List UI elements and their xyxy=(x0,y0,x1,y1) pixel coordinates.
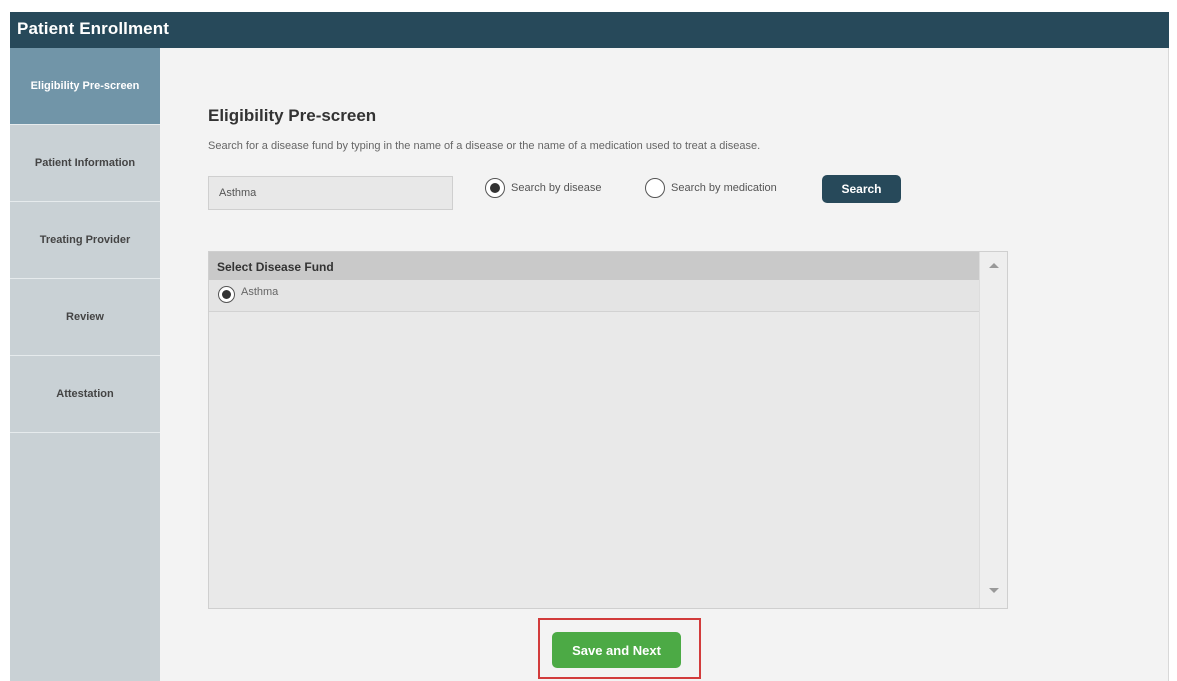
radio-dot xyxy=(490,183,500,193)
search-input[interactable] xyxy=(208,176,453,210)
app-header: Patient Enrollment xyxy=(10,12,1169,48)
radio-label: Search by medication xyxy=(671,182,777,194)
app-title: Patient Enrollment xyxy=(17,19,169,38)
sidebar-item-label: Treating Provider xyxy=(39,234,131,246)
table-row[interactable]: Asthma xyxy=(209,280,979,312)
grid-header: Select Disease Fund xyxy=(209,252,979,280)
radio-label: Search by disease xyxy=(511,182,602,194)
sidebar-item-label: Review xyxy=(66,311,104,323)
sidebar-item-eligibility-pre-screen[interactable]: Eligibility Pre-screen xyxy=(10,48,170,125)
main-content: Eligibility Pre-screen Search for a dise… xyxy=(160,48,1168,681)
radio-search-by-medication[interactable]: Search by medication xyxy=(645,178,777,198)
sidebar-item-patient-information[interactable]: Patient Information xyxy=(10,125,160,202)
radio-dot xyxy=(222,290,231,299)
sidebar-item-treating-provider[interactable]: Treating Provider xyxy=(10,202,160,279)
vertical-scrollbar[interactable] xyxy=(979,252,1007,608)
radio-search-by-disease[interactable]: Search by disease xyxy=(485,178,602,198)
sidebar-nav: Eligibility Pre-screen Patient Informati… xyxy=(10,48,170,681)
sidebar-item-attestation[interactable]: Attestation xyxy=(10,356,160,433)
search-button[interactable]: Search xyxy=(822,175,901,203)
page-description: Search for a disease fund by typing in t… xyxy=(208,140,761,152)
radio-button-unchecked[interactable] xyxy=(645,178,665,198)
sidebar-item-label: Patient Information xyxy=(34,157,136,169)
save-and-next-button[interactable]: Save and Next xyxy=(552,632,681,668)
sidebar-item-label: Eligibility Pre-screen xyxy=(30,80,140,92)
sidebar-item-label: Attestation xyxy=(56,388,114,400)
patient-enrollment-window: Patient Enrollment Eligibility Pre-scree… xyxy=(10,12,1169,681)
page-title: Eligibility Pre-screen xyxy=(208,106,377,125)
radio-button-checked[interactable] xyxy=(485,178,505,198)
sidebar-item-review[interactable]: Review xyxy=(10,279,160,356)
scroll-up-arrow-icon[interactable] xyxy=(989,263,999,268)
row-label: Asthma xyxy=(241,286,279,298)
radio-button-checked[interactable] xyxy=(218,286,235,303)
disease-fund-grid: Select Disease Fund Asthma xyxy=(208,251,1008,609)
scroll-down-arrow-icon[interactable] xyxy=(989,588,999,593)
